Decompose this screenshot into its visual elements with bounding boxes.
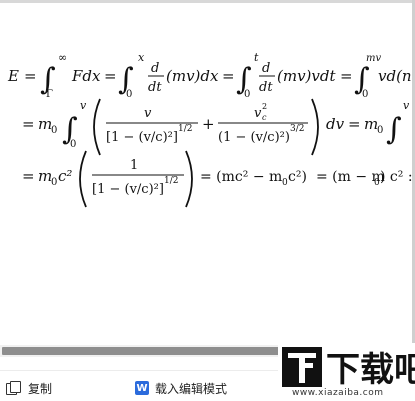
formula-render: E = ∫ ∞ Γ Fdx = ∫ x 0 d dt (mv)dx = ∫ t …: [7, 51, 412, 208]
fraction-num-vc: v: [254, 106, 262, 121]
word-icon: W: [135, 381, 149, 395]
integral-sign: ∫: [386, 112, 402, 147]
exponent-half: 1/2: [178, 124, 192, 134]
e-symbol: E: [7, 67, 19, 85]
fraction-den: [1 − (v/c)²]: [92, 182, 164, 197]
copy-icon: [6, 381, 21, 395]
integral-upper: x: [138, 51, 145, 64]
formula-viewport: E = ∫ ∞ Γ Fdx = ∫ x 0 d dt (mv)dx = ∫ t …: [0, 3, 412, 343]
integral-lower: 0: [70, 139, 76, 150]
fraction-num-d: d: [151, 61, 159, 76]
left-paren: [93, 98, 101, 156]
integral-upper: t: [254, 51, 259, 64]
fraction-num-one: 1: [130, 158, 138, 173]
term-dv: dv: [326, 115, 345, 133]
watermark: 下载吧 www.xiazaiba.com: [278, 343, 415, 401]
right-paren: [185, 150, 193, 208]
integral-lower: Γ: [46, 89, 53, 100]
plus-sign: +: [202, 115, 215, 133]
left-paren: [79, 150, 87, 208]
edit-mode-label: 载入编辑模式: [155, 381, 228, 396]
load-edit-mode-button[interactable]: W 载入编辑模式: [135, 379, 227, 397]
integral-upper: ∞: [58, 51, 67, 64]
equation-line-3: = m 0 c² 1 [1 − (v/c)²] 1/2 = (mc² − m 0…: [22, 150, 412, 208]
integral-lower: 0: [362, 89, 368, 100]
equals-sign: =: [22, 167, 35, 185]
equals-sign: =: [340, 67, 353, 85]
fraction-den-2: (1 − (v/c)²): [218, 130, 290, 145]
term-mc2-diff: = (mc² − m: [200, 169, 282, 185]
equals-sign: =: [348, 115, 361, 133]
subscript-zero: 0: [51, 125, 57, 136]
equals-sign: =: [22, 115, 35, 133]
term-mass-close: ) c² :: [380, 169, 412, 185]
term-mc2-close: c²): [288, 169, 307, 185]
term-vdmv: vd(n: [378, 67, 412, 85]
integral-upper: mv: [366, 53, 381, 64]
fraction-den-dt: dt: [148, 80, 162, 95]
integrand-fdx: Fdx: [71, 67, 101, 85]
exponent-half: 1/2: [164, 176, 178, 186]
equation-line-2: = m 0 ∫ v 0 v [1 − (v/c)²] 1/2 + v 2 c (…: [22, 98, 410, 156]
integral-upper: v: [80, 99, 87, 112]
exponent-three-halves: 3/2: [290, 124, 304, 134]
scrollbar-thumb[interactable]: [2, 347, 279, 355]
c-squared: c²: [58, 167, 72, 185]
watermark-logo: 下载吧: [282, 347, 415, 390]
fraction-den-1: [1 − (v/c)²]: [106, 130, 178, 145]
copy-label: 复制: [28, 381, 53, 396]
copy-button[interactable]: 复制: [6, 379, 52, 397]
fraction-num-d: d: [262, 61, 270, 76]
watermark-url: www.xiazaiba.com: [292, 388, 384, 398]
right-paren: [311, 98, 319, 156]
integral-upper: v: [403, 99, 410, 112]
integral-lower: 0: [244, 89, 250, 100]
subscript-zero: 0: [51, 177, 57, 188]
equation-line-1: E = ∫ ∞ Γ Fdx = ∫ x 0 d dt (mv)dx = ∫ t …: [7, 51, 412, 100]
equals-sign: =: [24, 67, 37, 85]
equals-sign: =: [222, 67, 235, 85]
superscript-2: 2: [262, 102, 267, 111]
term-mv-dx: (mv)dx: [166, 67, 219, 85]
watermark-logo-text: 下载吧: [326, 350, 415, 390]
subscript-c: c: [262, 113, 267, 122]
equals-sign: =: [104, 67, 117, 85]
subscript-zero: 0: [377, 125, 383, 136]
fraction-num-v: v: [144, 106, 152, 121]
fraction-den-dt: dt: [259, 80, 273, 95]
term-mv-vdt: (mv)vdt: [277, 67, 336, 85]
integral-lower: 0: [126, 89, 132, 100]
